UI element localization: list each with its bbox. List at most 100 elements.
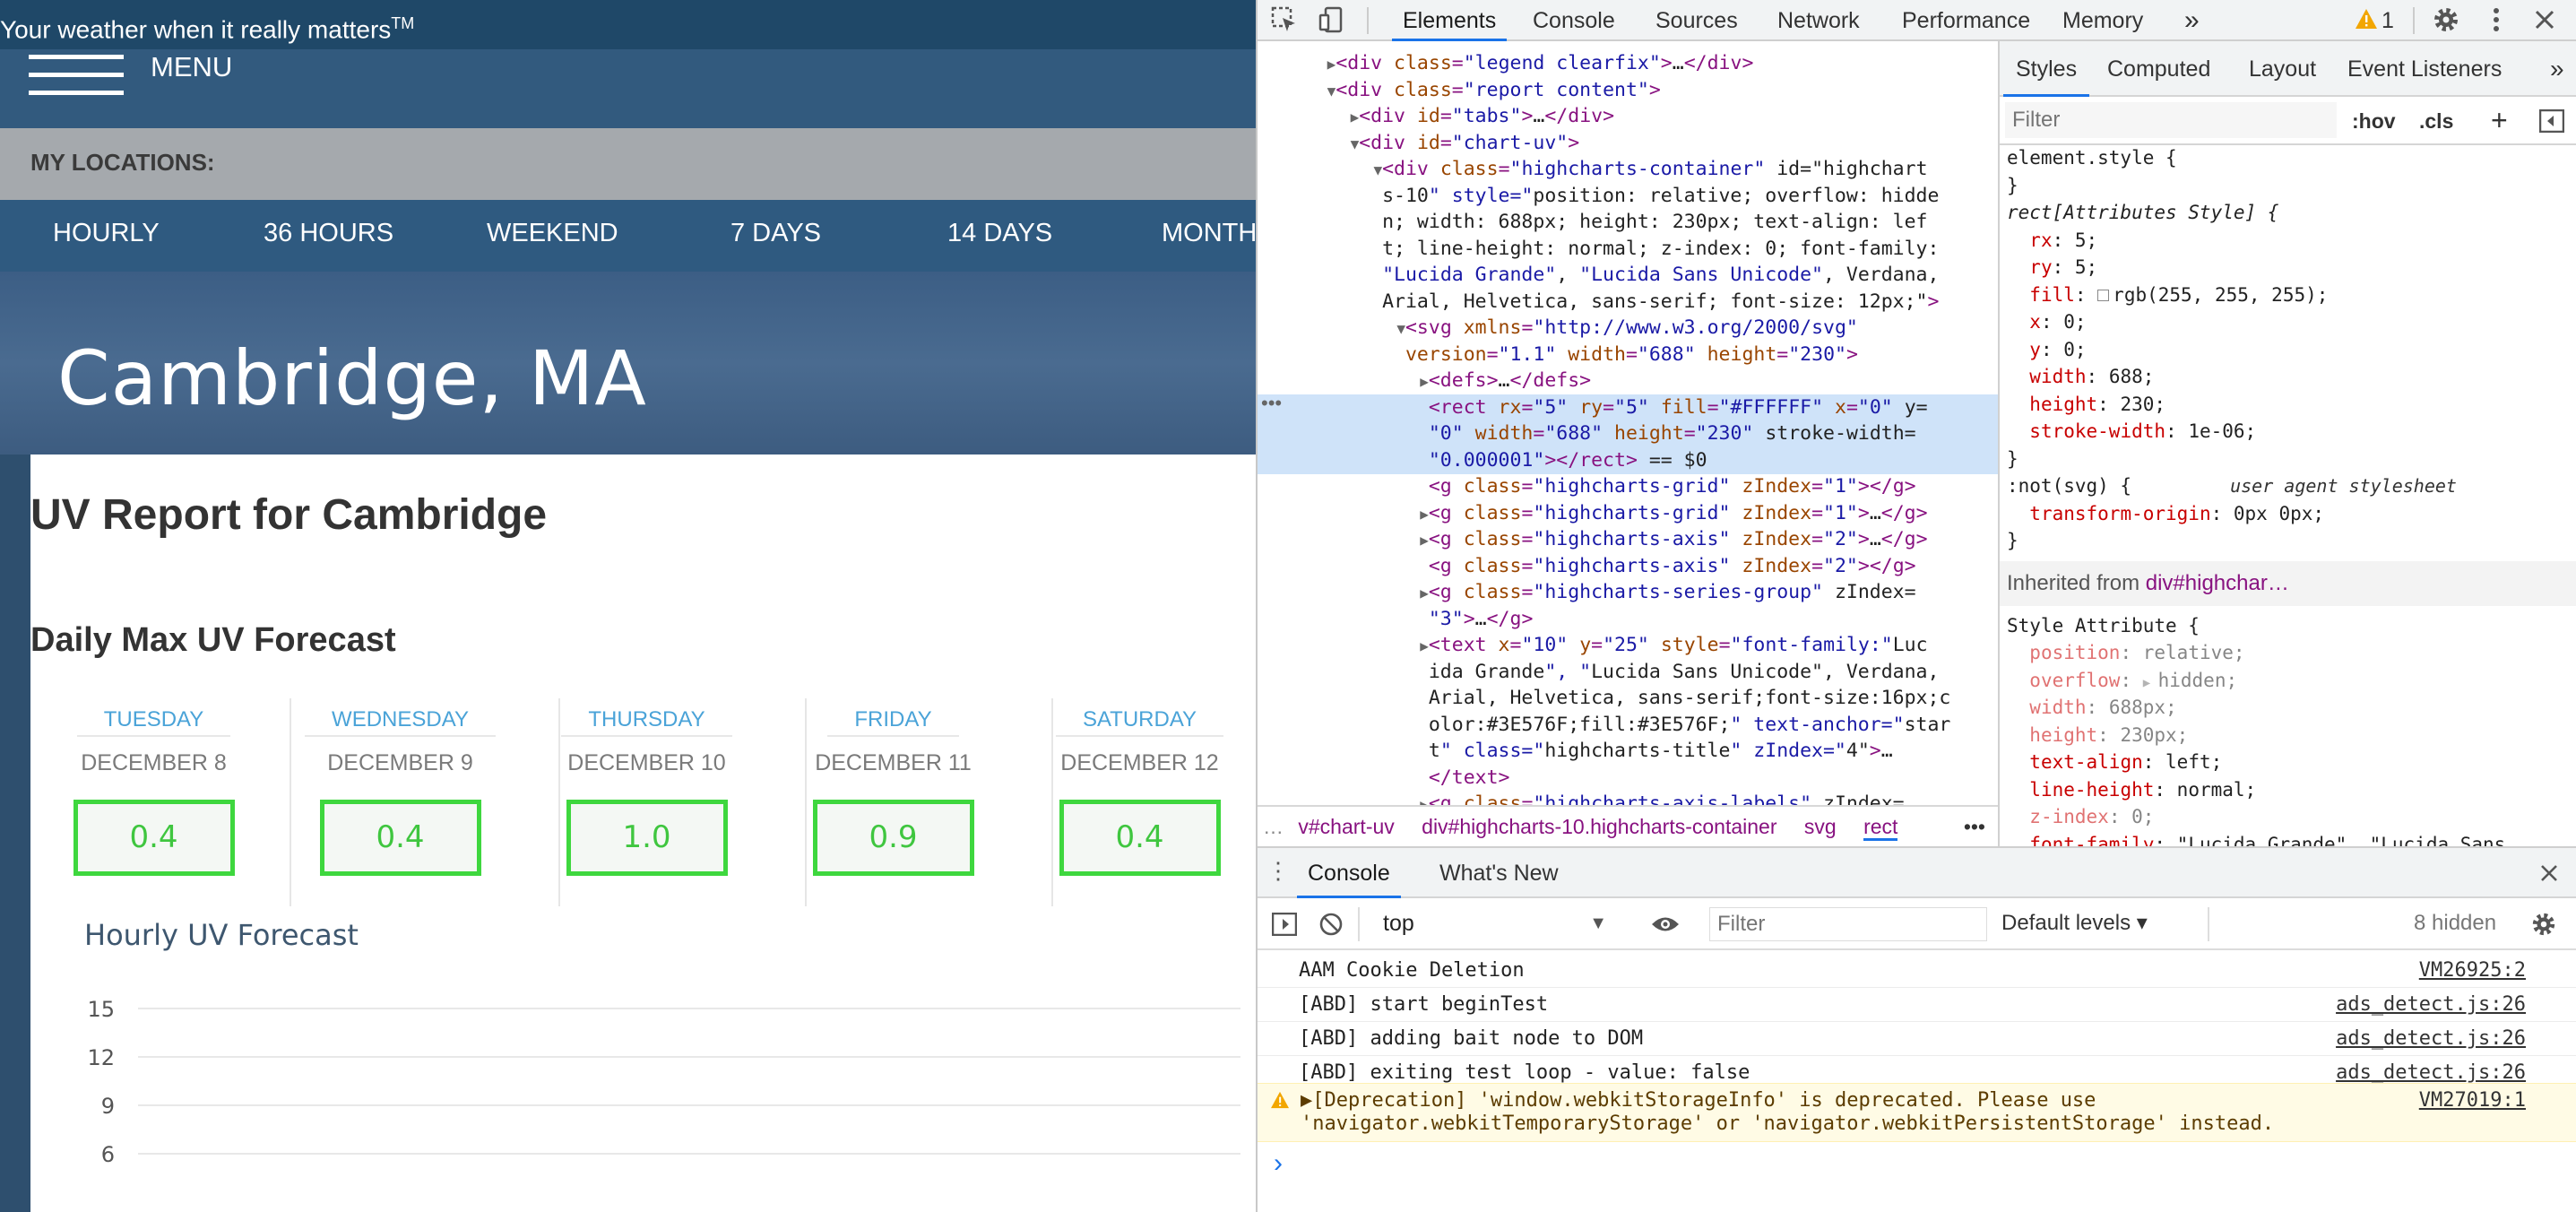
dom-node-line[interactable]: ▶<div class="legend clearfix">…</div> <box>1258 50 1998 77</box>
style-property[interactable]: fill: rgb(255, 255, 255); <box>2007 282 2328 307</box>
dom-node-line[interactable]: version="1.1" width="688" height="230"> <box>1258 342 1998 368</box>
drawer-menu-icon[interactable]: ⋮ <box>1266 859 1290 882</box>
dom-node-line[interactable]: t" class="highcharts-title" zIndex="4">… <box>1258 738 1998 765</box>
log-levels-dropdown[interactable]: Default levels ▾ <box>2001 898 2148 948</box>
style-property[interactable]: x: 0; <box>2007 309 2086 334</box>
console-source-link[interactable]: VM26925:2 <box>2419 954 2526 988</box>
inspect-element-icon[interactable] <box>1270 5 1299 34</box>
my-locations-label[interactable]: MY LOCATIONS: <box>30 128 215 196</box>
dom-node-line[interactable]: n; width: 688px; height: 230px; text-ali… <box>1258 209 1998 236</box>
clear-console-icon[interactable] <box>1318 912 1344 937</box>
style-rule-line[interactable]: element.style { <box>2007 145 2177 170</box>
more-options-icon[interactable] <box>2482 5 2511 34</box>
style-property[interactable]: width: 688px; <box>2007 695 2176 720</box>
dom-node-line[interactable]: ▶<text x="10" y="25" style="font-family:… <box>1258 632 1998 659</box>
tab-performance[interactable]: Performance <box>1902 0 2030 41</box>
dom-node-line[interactable]: ▶<defs>…</defs> <box>1258 368 1998 394</box>
tab-elements[interactable]: Elements <box>1391 0 1508 41</box>
style-property[interactable]: y: 0; <box>2007 337 2086 362</box>
dom-node-line[interactable]: Arial, Helvetica, sans-serif;font-size:1… <box>1258 685 1998 712</box>
console-source-link[interactable]: ads_detect.js:26 <box>2336 988 2526 1022</box>
gear-icon[interactable] <box>2432 5 2460 34</box>
style-property[interactable]: rx: 5; <box>2007 228 2097 253</box>
dom-node-line[interactable]: ▼<div id="chart-uv"> <box>1258 130 1998 157</box>
hover-state-toggle[interactable]: :hov <box>2352 97 2396 145</box>
dom-node-line[interactable]: <g class="highcharts-grid" zIndex="1"></… <box>1258 473 1998 500</box>
tab-layout[interactable]: Layout <box>2249 41 2316 97</box>
tab-sources[interactable]: Sources <box>1655 0 1738 41</box>
close-icon[interactable] <box>2538 862 2560 884</box>
ellipsis-icon[interactable]: … <box>1263 815 1284 838</box>
dom-node-line[interactable]: ▶<g class="highcharts-series-group" zInd… <box>1258 579 1998 606</box>
day-name[interactable]: THURSDAY <box>561 707 732 737</box>
style-property[interactable]: font-family: "Lucida Grande", "Lucida Sa… <box>2007 832 2505 847</box>
dom-node-line[interactable]: "0" width="688" height="230" stroke-widt… <box>1258 420 1998 447</box>
tab-network[interactable]: Network <box>1777 0 1860 41</box>
style-rule-line[interactable]: rect[Attributes Style] { <box>2007 200 2278 225</box>
dom-node-line[interactable]: ▼<svg xmlns="http://www.w3.org/2000/svg" <box>1258 315 1998 342</box>
styles-filter-input[interactable] <box>2005 102 2337 138</box>
dom-node-line[interactable]: <rect rx="5" ry="5" fill="#FFFFFF" x="0"… <box>1258 394 1998 421</box>
style-rule-line[interactable]: } <box>2007 528 2018 553</box>
console-prompt-icon[interactable]: › <box>1274 1147 1283 1180</box>
more-options-icon[interactable]: ••• <box>1964 807 1985 846</box>
breadcrumb-item[interactable]: v#chart-uv <box>1298 815 1394 838</box>
console-filter-input[interactable] <box>1709 907 1987 941</box>
console-source-link[interactable]: ads_detect.js:26 <box>2336 1022 2526 1056</box>
warning-icon[interactable] <box>2355 7 2378 30</box>
more-tabs-icon[interactable]: » <box>2550 41 2564 97</box>
more-tabs-icon[interactable]: » <box>2184 0 2200 41</box>
dom-node-line[interactable]: ida Grande", "Lucida Sans Unicode", Verd… <box>1258 659 1998 686</box>
sidebar-toggle-icon[interactable] <box>1272 913 1297 936</box>
style-property[interactable]: ry: 5; <box>2007 255 2097 280</box>
dom-node-line[interactable]: </text> <box>1258 765 1998 792</box>
dom-node-line[interactable]: ▼<div class="highcharts-container" id="h… <box>1258 156 1998 183</box>
tab-console[interactable]: Console <box>1533 0 1615 41</box>
dom-node-line[interactable]: ▼<div class="report content"> <box>1258 77 1998 104</box>
dom-node-line[interactable]: t; line-height: normal; z-index: 0; font… <box>1258 236 1998 263</box>
menu-label[interactable]: MENU <box>151 49 232 85</box>
device-toolbar-icon[interactable] <box>1318 5 1347 34</box>
elements-tree[interactable]: ▶<div class="legend clearfix">…</div> ▼<… <box>1258 41 1998 846</box>
style-property[interactable]: transform-origin: 0px 0px; <box>2007 501 2324 526</box>
deprecation-warning[interactable]: ▶[Deprecation] 'window.webkitStorageInfo… <box>1258 1083 2576 1142</box>
tab-event-listeners[interactable]: Event Listeners <box>2347 41 2502 97</box>
day-name[interactable]: SATURDAY <box>1055 707 1224 737</box>
tab-weekend[interactable]: WEEKEND <box>487 200 618 266</box>
style-rule-line[interactable]: } <box>2007 173 2018 198</box>
dom-node-line[interactable]: ▶<g class="highcharts-grid" zIndex="1">…… <box>1258 500 1998 527</box>
breadcrumb-item[interactable]: div#highcharts-10.highcharts-container <box>1422 815 1776 838</box>
style-rule-line[interactable]: :not(svg) { user agent stylesheet <box>2007 473 2457 498</box>
warning-source-link[interactable]: VM27019:1 <box>2419 1089 2526 1112</box>
dom-node-line[interactable]: Arial, Helvetica, sans-serif; font-size:… <box>1258 289 1998 316</box>
style-rule-line[interactable]: } <box>2007 446 2018 472</box>
breadcrumb-item[interactable]: svg <box>1804 815 1837 838</box>
eye-icon[interactable] <box>1650 913 1681 936</box>
close-icon[interactable] <box>2530 5 2559 34</box>
dom-node-line[interactable]: "Lucida Grande", "Lucida Sans Unicode", … <box>1258 262 1998 289</box>
style-property[interactable]: width: 688; <box>2007 364 2154 389</box>
dom-node-line[interactable]: s-10" style="position: relative; overflo… <box>1258 183 1998 210</box>
tab-7-days[interactable]: 7 DAYS <box>730 200 821 266</box>
tab-14-days[interactable]: 14 DAYS <box>947 200 1052 266</box>
style-property[interactable]: height: 230px; <box>2007 723 2188 748</box>
toggle-sidebar-icon[interactable] <box>2539 109 2564 133</box>
warning-count[interactable]: 1 <box>2382 0 2394 41</box>
day-name[interactable]: FRIDAY <box>827 707 959 737</box>
style-property[interactable]: text-align: left; <box>2007 749 2222 775</box>
style-property[interactable]: z-index: 0; <box>2007 804 2154 829</box>
new-rule-icon[interactable]: + <box>2491 97 2508 143</box>
tab-console-drawer[interactable]: Console <box>1297 848 1401 898</box>
style-property[interactable]: overflow: ▶ hidden; <box>2007 668 2237 696</box>
tab-computed[interactable]: Computed <box>2107 41 2210 97</box>
style-property[interactable]: position: relative; <box>2007 640 2244 665</box>
dom-node-line[interactable]: "3">…</g> <box>1258 606 1998 633</box>
dom-node-line[interactable]: <g class="highcharts-axis" zIndex="2"></… <box>1258 553 1998 580</box>
style-rule-line[interactable]: Style Attribute { <box>2007 613 2200 638</box>
dom-node-line[interactable]: ▶<div id="tabs">…</div> <box>1258 103 1998 130</box>
ellipsis-icon[interactable]: ••• <box>1261 392 1282 415</box>
tab-month[interactable]: MONTH <box>1162 200 1256 266</box>
style-property[interactable]: height: 230; <box>2007 392 2165 417</box>
inherited-selector[interactable]: div#highchar… <box>2146 571 2289 595</box>
breadcrumb-item[interactable]: rect <box>1863 815 1898 841</box>
